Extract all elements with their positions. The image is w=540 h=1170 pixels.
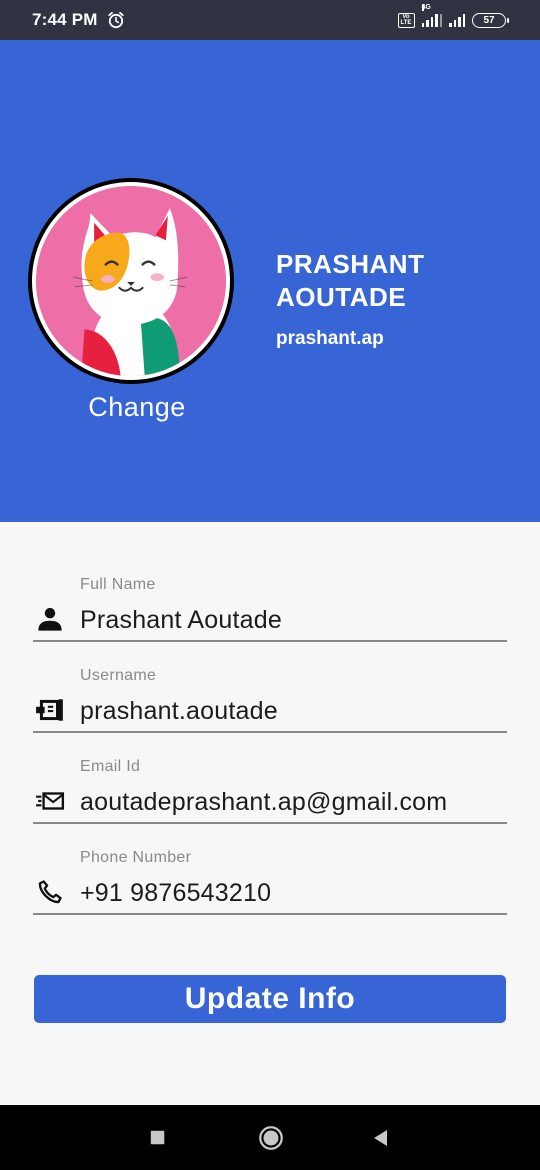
full-name-underline [33,640,507,642]
username-label: Username [80,667,157,684]
status-icons: Vo LTE 4G 57 [397,4,509,28]
signal-icon-sim1: 4G [421,4,442,27]
full-name-field: Full Name [33,576,507,667]
change-photo-link[interactable]: Change [28,392,246,423]
phone-label: Phone Number [80,849,192,866]
signal-icon-sim2 [449,13,465,27]
profile-username: prashant.ap [276,328,384,349]
username-field: Username [33,667,507,758]
email-field: Email Id [33,758,507,849]
battery-icon: 57 [472,12,509,28]
cat-avatar-icon [35,185,227,377]
home-icon[interactable] [256,1123,286,1153]
full-name-input[interactable] [80,606,507,635]
id-card-icon [35,695,65,725]
phone-underline [33,913,507,915]
avatar[interactable] [28,178,234,384]
profile-header: Change PRASHANT AOUTADE prashant.ap [0,40,540,522]
back-icon[interactable] [368,1125,394,1151]
status-bar: 7:44 PM Vo LTE 4G 57 [0,0,540,40]
avatar-frame [32,182,230,380]
update-info-button[interactable]: Update Info [34,975,506,1023]
phone-icon [35,877,65,907]
alarm-icon [107,11,125,29]
profile-name: PRASHANT AOUTADE [276,249,425,312]
email-input[interactable] [80,788,507,817]
recent-apps-icon[interactable] [145,1125,171,1151]
phone-field: Phone Number [33,849,507,940]
mail-icon [35,786,65,816]
profile-form: Full Name Username Email Id [33,576,507,940]
volte-icon: Vo LTE [397,12,415,28]
email-underline [33,822,507,824]
system-nav-bar [0,1105,540,1170]
person-icon [35,604,65,634]
network-type-label: 4G [421,4,431,11]
status-time: 7:44 PM [32,10,98,29]
full-name-label: Full Name [80,576,156,593]
phone-input[interactable] [80,879,507,908]
username-input[interactable] [80,697,507,726]
username-underline [33,731,507,733]
email-label: Email Id [80,758,141,775]
